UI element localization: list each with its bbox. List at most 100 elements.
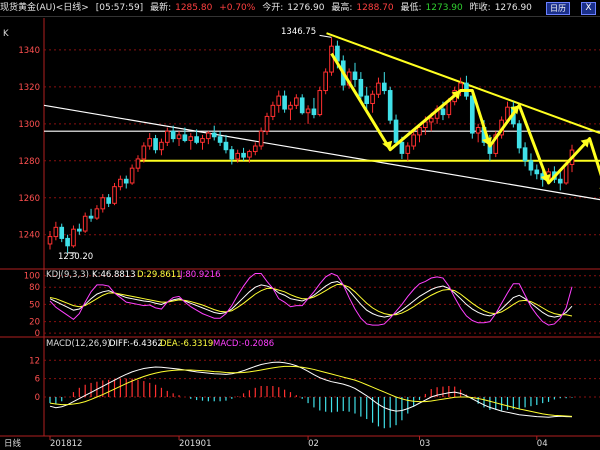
kdj-k-value: K:46.8813 bbox=[92, 270, 136, 280]
candle-body bbox=[329, 45, 334, 73]
candle-body bbox=[528, 160, 534, 171]
date-axis: 201812 201901 02 03 04 bbox=[49, 436, 548, 449]
candle-body bbox=[270, 104, 276, 117]
candle-body bbox=[170, 130, 176, 140]
yellow-resistance-line bbox=[326, 32, 600, 134]
kdj-tick-label: 20 bbox=[29, 318, 40, 328]
candle-body bbox=[71, 228, 76, 247]
white-support-trendline bbox=[43, 104, 600, 201]
candle-body bbox=[376, 82, 381, 95]
macd-indicator: 0 6 12 bbox=[29, 356, 600, 429]
macd-dea-value: DEA:-6.3319 bbox=[160, 339, 213, 349]
candle-body bbox=[469, 95, 475, 134]
candle-body bbox=[88, 215, 94, 219]
candle-body bbox=[276, 95, 282, 106]
candle-body bbox=[223, 141, 229, 151]
candle-body bbox=[516, 123, 522, 149]
candle-body bbox=[446, 101, 452, 116]
candle-body bbox=[100, 197, 106, 210]
macd-diff-value: DIFF:-6.4362 bbox=[109, 339, 163, 349]
candle-body bbox=[323, 71, 328, 92]
date-tick-label: 02 bbox=[308, 439, 319, 449]
candle-body bbox=[264, 115, 270, 132]
kdj-d-value: D:29.8611 bbox=[137, 270, 182, 280]
kdj-j-value: J:80.9216 bbox=[179, 270, 221, 280]
candle-body bbox=[53, 226, 59, 238]
macd-diff-line bbox=[49, 361, 573, 418]
kdj-j-line bbox=[49, 272, 573, 326]
candle-body bbox=[188, 136, 194, 141]
candle-body bbox=[135, 158, 141, 169]
high-pointer bbox=[319, 34, 332, 38]
candle-body bbox=[258, 130, 264, 147]
kdj-tick-label: 80 bbox=[29, 283, 40, 293]
candle-body bbox=[206, 132, 211, 140]
macd-tick-label: 12 bbox=[29, 356, 40, 366]
candle-body bbox=[387, 90, 393, 121]
candle-body bbox=[106, 197, 111, 204]
kdj-title: KDJ(9,3,3) bbox=[46, 270, 89, 280]
candle-body bbox=[147, 138, 153, 147]
candle-body bbox=[241, 152, 246, 158]
candle-body bbox=[82, 215, 88, 232]
candle-body bbox=[182, 134, 188, 141]
price-axis: 1240 1260 1280 1300 1320 1340 bbox=[18, 46, 40, 241]
candle-body bbox=[364, 95, 370, 104]
candle-body bbox=[417, 127, 422, 136]
kdj-tick-label: 0 bbox=[35, 329, 40, 339]
candle-body bbox=[211, 132, 217, 138]
price-tick-label: 1280 bbox=[18, 157, 40, 167]
candle-body bbox=[247, 151, 252, 158]
candle-body bbox=[118, 178, 123, 188]
kline-chart[interactable]: 124012601280130013201340 0205080100 0612… bbox=[0, 0, 600, 450]
macd-tick-label: 0 bbox=[35, 393, 40, 403]
candle-body bbox=[252, 145, 258, 153]
kdj-indicator: 020 50 80100 bbox=[24, 272, 600, 339]
candle-body bbox=[94, 208, 100, 219]
date-tick-label: 201901 bbox=[179, 439, 211, 449]
price-tick-label: 1320 bbox=[18, 83, 40, 93]
panel-frames bbox=[0, 18, 600, 437]
candle-body bbox=[534, 169, 540, 175]
candle-body bbox=[65, 237, 70, 247]
candle-body bbox=[77, 228, 82, 232]
macd-hist-value: MACD:-0.2086 bbox=[213, 339, 274, 349]
kdj-d-line bbox=[49, 283, 573, 317]
candle-body bbox=[123, 178, 129, 184]
candle-body bbox=[411, 134, 416, 147]
candle-body bbox=[164, 130, 170, 143]
candle-body bbox=[194, 136, 199, 143]
date-tick-label: 04 bbox=[537, 439, 548, 449]
candle-body bbox=[59, 226, 65, 239]
candle-body bbox=[405, 145, 411, 154]
candle-body bbox=[399, 141, 405, 154]
kdj-tick-label: 100 bbox=[24, 272, 40, 282]
candle-body bbox=[393, 119, 399, 143]
kdj-tick-label: 50 bbox=[29, 300, 40, 310]
candle-body bbox=[317, 90, 323, 116]
candle-body bbox=[47, 236, 53, 245]
date-tick-label: 03 bbox=[420, 439, 431, 449]
macd-tick-label: 6 bbox=[35, 375, 40, 385]
period-label: 日线 bbox=[4, 438, 22, 449]
price-tick-label: 1240 bbox=[18, 231, 40, 241]
candle-body bbox=[299, 97, 305, 114]
candle-body bbox=[141, 145, 147, 160]
candle-body bbox=[428, 117, 434, 123]
candle-body bbox=[475, 127, 481, 134]
price-panel-corner-label: K bbox=[3, 29, 9, 39]
candle-body bbox=[217, 136, 223, 143]
candle-body bbox=[557, 178, 563, 184]
candle-body bbox=[352, 71, 358, 80]
candle-body bbox=[358, 78, 364, 97]
price-tick-label: 1300 bbox=[18, 120, 40, 130]
candle-body bbox=[176, 134, 182, 140]
candle-body bbox=[235, 152, 241, 160]
candle-body bbox=[294, 97, 299, 106]
candle-body bbox=[153, 138, 158, 151]
candle-body bbox=[440, 108, 446, 116]
candle-body bbox=[522, 147, 528, 162]
high-annotation: 1346.75 bbox=[281, 27, 316, 37]
candle-body bbox=[159, 141, 164, 151]
price-tick-label: 1260 bbox=[18, 194, 40, 204]
